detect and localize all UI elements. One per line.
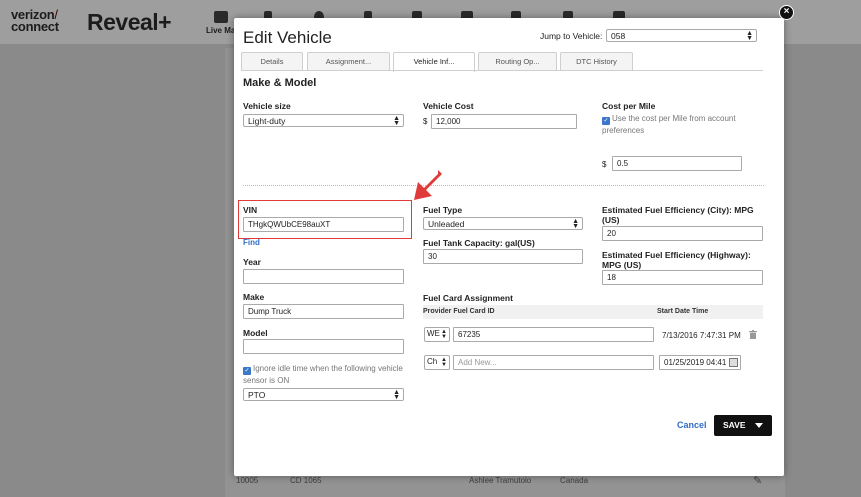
- fuel-type-select[interactable]: Unleaded ▲ ▼: [423, 217, 583, 230]
- save-button-label: SAVE: [723, 420, 746, 430]
- vehicle-size-select[interactable]: Light-duty ▲ ▼: [243, 114, 404, 127]
- select-arrows-icon: ▲ ▼: [441, 357, 447, 368]
- section-divider: [243, 185, 764, 186]
- find-vin-link[interactable]: Find: [243, 238, 260, 247]
- modal-title: Edit Vehicle: [243, 28, 332, 47]
- year-label: Year: [243, 257, 261, 267]
- currency-prefix: $: [602, 160, 607, 169]
- tab-assignment[interactable]: Assignment...: [307, 52, 390, 71]
- efficiency-highway-label: Estimated Fuel Efficiency (Highway): MPG…: [602, 250, 751, 270]
- select-arrows-icon: ▲ ▼: [393, 115, 400, 127]
- provider-value: Ch: [427, 357, 438, 366]
- ignore-idle-checkbox[interactable]: ✓: [243, 367, 251, 375]
- ignore-idle-text: Ignore idle time when the following vehi…: [243, 364, 403, 385]
- year-input[interactable]: [243, 269, 404, 284]
- calendar-icon[interactable]: [729, 358, 738, 367]
- provider-value: WE: [427, 329, 440, 338]
- new-fuel-card-input[interactable]: Add New...: [453, 355, 654, 370]
- currency-prefix: $: [423, 117, 428, 126]
- use-account-cost-checkbox[interactable]: ✓: [602, 117, 610, 125]
- make-input[interactable]: Dump Truck: [243, 304, 404, 319]
- cancel-button[interactable]: Cancel: [677, 420, 707, 430]
- model-label: Model: [243, 328, 268, 338]
- fuel-tank-input[interactable]: 30: [423, 249, 583, 264]
- jump-to-vehicle-value: 058: [611, 31, 626, 41]
- verizon-connect-logo: verizon/ connect: [11, 7, 59, 34]
- fuel-card-id-input[interactable]: 67235: [453, 327, 654, 342]
- fuel-type-label: Fuel Type: [423, 205, 463, 215]
- fuel-type-value: Unleaded: [428, 219, 465, 229]
- cost-per-mile-input[interactable]: 0.5: [612, 156, 742, 171]
- make-label: Make: [243, 292, 265, 302]
- section-title: Make & Model: [243, 77, 317, 89]
- vin-input[interactable]: THgkQWUbCE98auXT: [243, 217, 404, 232]
- idle-sensor-select[interactable]: PTO ▲ ▼: [243, 388, 404, 401]
- vehicle-cost-label: Vehicle Cost: [423, 101, 474, 111]
- fuel-card-provider-select[interactable]: WE ▲ ▼: [424, 327, 450, 342]
- jump-to-vehicle-select[interactable]: 058 ▲ ▼: [606, 29, 757, 42]
- save-button[interactable]: SAVE: [714, 415, 772, 436]
- live-map-label[interactable]: Live Ma: [206, 26, 235, 35]
- ignore-idle-option[interactable]: ✓ Ignore idle time when the following veh…: [243, 363, 413, 386]
- bg-cell-code: CD 1065: [290, 476, 322, 485]
- fuel-tank-label: Fuel Tank Capacity: gal(US): [423, 238, 535, 248]
- fuel-card-table-header: Provider Fuel Card ID Start Date Time: [423, 305, 763, 319]
- edit-vehicle-modal: Edit Vehicle Jump to Vehicle: 058 ▲ ▼ Det…: [234, 18, 784, 476]
- select-arrows-icon: ▲ ▼: [393, 389, 400, 401]
- select-arrows-icon: ▲ ▼: [572, 218, 579, 230]
- bg-cell-name: Ashlee Tramutolo: [469, 476, 532, 485]
- cost-per-mile-label: Cost per Mile: [602, 101, 656, 111]
- close-icon[interactable]: ×: [779, 5, 794, 20]
- vin-label: VIN: [243, 205, 258, 215]
- jump-to-vehicle-label: Jump to Vehicle:: [540, 31, 603, 41]
- vehicle-cost-input[interactable]: 12,000: [431, 114, 577, 129]
- caret-down-icon[interactable]: [755, 423, 763, 428]
- red-arrow-icon: [414, 170, 442, 200]
- fuel-card-provider-select[interactable]: Ch ▲ ▼: [424, 355, 450, 370]
- efficiency-city-input[interactable]: 20: [602, 226, 763, 241]
- vehicle-size-label: Vehicle size: [243, 101, 291, 111]
- fuel-card-start-date: 7/13/2016 7:47:31 PM: [662, 331, 741, 340]
- tab-details[interactable]: Details: [241, 52, 303, 71]
- col-provider-card-id: Provider Fuel Card ID: [423, 308, 495, 315]
- select-arrows-icon: ▲ ▼: [441, 329, 447, 340]
- live-map-icon[interactable]: [214, 11, 228, 23]
- vehicle-size-value: Light-duty: [248, 116, 286, 126]
- col-start-date-time: Start Date Time: [657, 308, 709, 315]
- use-account-cost-text: Use the cost per Mile from account prefe…: [602, 114, 736, 135]
- efficiency-city-label: Estimated Fuel Efficiency (City): MPG (U…: [602, 205, 754, 225]
- model-input[interactable]: [243, 339, 404, 354]
- select-arrows-icon: ▲ ▼: [746, 30, 753, 42]
- tab-vehicle-info[interactable]: Vehicle Inf...: [393, 52, 475, 72]
- idle-sensor-value: PTO: [248, 390, 266, 400]
- bg-cell-country: Canada: [560, 476, 589, 485]
- reveal-plus-logo: Reveal+: [87, 9, 172, 35]
- tab-dtc-history[interactable]: DTC History: [560, 52, 633, 71]
- efficiency-highway-input[interactable]: 18: [602, 270, 763, 285]
- use-account-cost-option[interactable]: ✓ Use the cost per Mile from account pref…: [602, 113, 762, 136]
- bg-cell-id: 10005: [236, 476, 259, 485]
- fuel-card-label: Fuel Card Assignment: [423, 293, 513, 303]
- tab-routing-options[interactable]: Routing Op...: [478, 52, 557, 71]
- trash-icon[interactable]: [749, 330, 757, 339]
- vehicle-info-panel: Make & Model Vehicle size Light-duty ▲ ▼ …: [234, 71, 784, 476]
